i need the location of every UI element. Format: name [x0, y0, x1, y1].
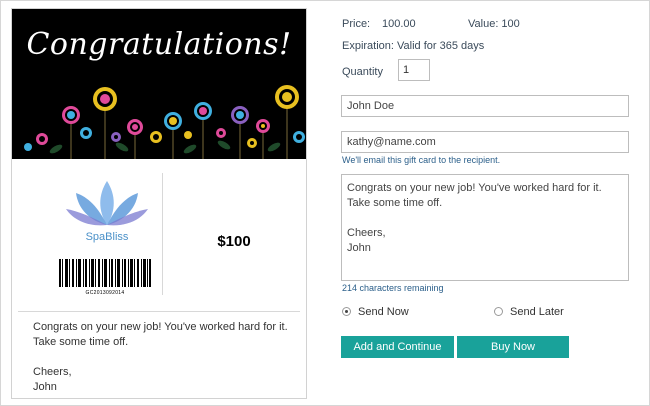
card-banner: Congratulations! [12, 9, 306, 159]
add-and-continue-button[interactable]: Add and Continue [341, 336, 454, 358]
lotus-logo-icon [66, 181, 148, 226]
price-value: 100.00 [382, 18, 416, 30]
barcode-number: GC2013092014 [85, 290, 125, 296]
email-hint: We'll email this gift card to the recipi… [342, 155, 501, 165]
quantity-input[interactable]: 1 [398, 59, 430, 81]
send-now-radio[interactable] [342, 307, 351, 316]
send-later-label[interactable]: Send Later [510, 306, 564, 318]
price-label: Price: [342, 18, 371, 30]
barcode-icon [59, 259, 151, 287]
chars-remaining: 214 characters remaining [342, 283, 444, 293]
value-label: Value: 100 [468, 18, 520, 30]
recipient-email-input[interactable]: kathy@name.com [341, 131, 629, 153]
recipient-name-input[interactable]: John Doe [341, 95, 629, 117]
card-amount: $100 [217, 233, 251, 250]
expiration-text: Expiration: Valid for 365 days [342, 40, 485, 52]
quantity-label: Quantity [342, 66, 383, 78]
buy-now-button[interactable]: Buy Now [457, 336, 569, 358]
banner-title: Congratulations! [26, 27, 292, 62]
send-now-label[interactable]: Send Now [358, 306, 409, 318]
logo-text: SpaBliss [85, 231, 129, 243]
card-divider-horizontal [18, 311, 300, 312]
card-message: Congrats on your new job! You've worked … [33, 321, 288, 393]
send-later-radio[interactable] [494, 307, 503, 316]
gift-card-preview: Congratulations! SpaBliss GC2013092014 $… [11, 8, 307, 399]
card-details: SpaBliss GC2013092014 $100 [12, 159, 306, 309]
message-textarea[interactable]: Congrats on your new job! You've worked … [341, 174, 629, 281]
